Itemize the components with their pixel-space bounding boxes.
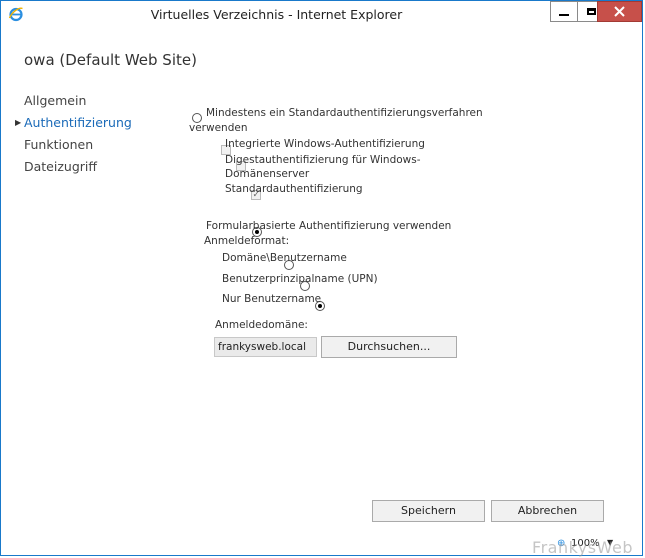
- nav-item-funktionen[interactable]: Funktionen: [24, 134, 132, 156]
- browse-button[interactable]: Durchsuchen...: [321, 336, 457, 358]
- logon-format-upn-label: Benutzerprinzipalname (UPN): [222, 273, 378, 285]
- close-icon: [614, 6, 625, 17]
- digest-auth-label: Digestauthentifizierung für Windows-: [225, 154, 421, 166]
- minimize-button[interactable]: [550, 1, 578, 22]
- basic-auth-label: Standardauthentifizierung: [225, 183, 363, 195]
- digest-auth-label-cont: Domänenserver: [225, 168, 310, 180]
- logon-domain-field[interactable]: frankysweb.local: [214, 337, 317, 357]
- logon-format-label: Anmeldeformat:: [204, 235, 290, 247]
- side-navigation: Allgemein ▶ Authentifizierung Funktionen…: [15, 90, 132, 178]
- save-button[interactable]: Speichern: [372, 500, 485, 522]
- logon-format-domain-user-label: Domäne\Benutzername: [222, 252, 347, 264]
- nav-item-dateizugriff[interactable]: Dateizugriff: [24, 156, 132, 178]
- standard-auth-label-cont: verwenden: [189, 122, 248, 134]
- logon-domain-label: Anmeldedomäne:: [215, 319, 308, 331]
- integrated-windows-auth-label: Integrierte Windows-Authentifizierung: [225, 138, 425, 150]
- minimize-icon: [559, 13, 569, 16]
- nav-item-label: Dateizugriff: [24, 159, 97, 174]
- watermark: FrankysWeb: [532, 538, 633, 557]
- browser-window: Virtuelles Verzeichnis - Internet Explor…: [0, 0, 643, 556]
- forms-auth-label: Formularbasierte Authentifizierung verwe…: [206, 220, 452, 232]
- window-title: Virtuelles Verzeichnis - Internet Explor…: [150, 7, 403, 22]
- nav-item-allgemein[interactable]: Allgemein: [24, 90, 132, 112]
- title-bar: Virtuelles Verzeichnis - Internet Explor…: [1, 1, 642, 29]
- standard-auth-radio[interactable]: [192, 112, 202, 123]
- nav-item-label: Funktionen: [24, 137, 94, 152]
- nav-item-label: Authentifizierung: [24, 115, 132, 130]
- close-button[interactable]: [597, 1, 642, 22]
- nav-item-label: Allgemein: [24, 93, 87, 108]
- standard-auth-label: Mindestens ein Standardauthentifizierung…: [206, 107, 483, 119]
- maximize-icon: [586, 8, 596, 15]
- logon-format-username-label: Nur Benutzername: [222, 293, 322, 305]
- page-title: owa (Default Web Site): [24, 51, 197, 69]
- dialog-content: owa (Default Web Site) Allgemein ▶ Authe…: [8, 33, 635, 548]
- nav-item-authentifizierung[interactable]: ▶ Authentifizierung: [15, 112, 132, 134]
- cancel-button[interactable]: Abbrechen: [491, 500, 604, 522]
- selected-arrow-icon: ▶: [15, 118, 22, 127]
